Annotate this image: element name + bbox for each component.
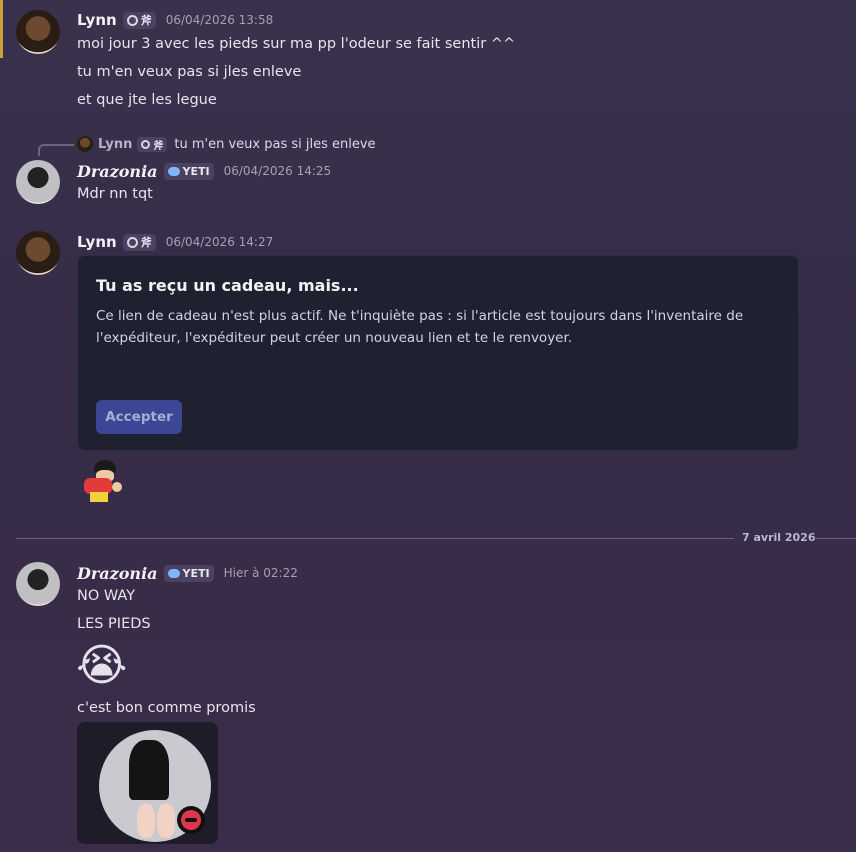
frog-icon bbox=[167, 568, 180, 578]
author-name[interactable]: Drazonia bbox=[77, 564, 158, 583]
gift-title: Tu as reçu un cadeau, mais... bbox=[96, 276, 359, 295]
timestamp: 06/04/2026 14:27 bbox=[165, 235, 274, 249]
date-divider-line bbox=[16, 538, 734, 539]
crying-emoji: 😭 bbox=[76, 640, 128, 691]
timestamp: Hier à 02:22 bbox=[223, 566, 298, 580]
sticker[interactable] bbox=[80, 460, 132, 510]
date-divider-line bbox=[814, 538, 856, 539]
message-text: moi jour 3 avec les pieds sur ma pp l'od… bbox=[77, 36, 516, 52]
user-tag[interactable]: YETI bbox=[163, 162, 214, 180]
gift-card: Tu as reçu un cadeau, mais... Ce lien de… bbox=[77, 255, 799, 451]
reply-connector bbox=[38, 144, 74, 156]
author-name[interactable]: Lynn bbox=[77, 233, 117, 251]
reply-text: tu m'en veux pas si jles enleve bbox=[174, 136, 376, 152]
message-text: c'est bon comme promis bbox=[77, 700, 256, 716]
avatar[interactable] bbox=[16, 562, 60, 606]
message-text: Mdr nn tqt bbox=[77, 186, 153, 202]
author-name[interactable]: Drazonia bbox=[77, 162, 158, 181]
accept-button[interactable]: Accepter bbox=[96, 400, 182, 434]
ring-icon bbox=[126, 14, 138, 26]
gift-body-line1: Ce lien de cadeau n'est plus actif. Ne t… bbox=[96, 308, 744, 324]
reply-preview[interactable]: Lynn 斧 tu m'en veux pas si jles enleve bbox=[77, 136, 376, 152]
message-header: Lynn 斧 06/04/2026 14:27 bbox=[77, 232, 273, 252]
top-reply-remnant bbox=[78, 0, 378, 2]
reply-author: Lynn bbox=[98, 136, 133, 152]
user-tag[interactable]: 斧 bbox=[122, 11, 156, 29]
reply-avatar bbox=[77, 136, 93, 152]
user-tag[interactable]: 斧 bbox=[122, 233, 156, 251]
timestamp: 06/04/2026 14:25 bbox=[223, 164, 332, 178]
date-divider-label: 7 avril 2026 bbox=[742, 531, 816, 544]
image-attachment[interactable] bbox=[77, 722, 218, 844]
message-text: et que jte les legue bbox=[77, 92, 217, 108]
message-header: Drazonia YETI 06/04/2026 14:25 bbox=[77, 160, 331, 182]
frog-icon bbox=[167, 166, 180, 176]
author-name[interactable]: Lynn bbox=[77, 11, 117, 29]
message-header: Lynn 斧 06/04/2026 13:58 bbox=[77, 10, 273, 30]
ring-icon bbox=[126, 236, 138, 248]
timestamp: 06/04/2026 13:58 bbox=[165, 13, 274, 27]
message-text: LES PIEDS bbox=[77, 616, 151, 632]
ring-icon bbox=[141, 139, 151, 149]
message-text: NO WAY bbox=[77, 588, 136, 604]
reply-tag: 斧 bbox=[137, 136, 168, 152]
avatar[interactable] bbox=[16, 231, 60, 275]
message-text: tu m'en veux pas si jles enleve bbox=[77, 64, 302, 80]
avatar[interactable] bbox=[16, 10, 60, 54]
gift-body-line2: l'expéditeur, l'expéditeur peut créer un… bbox=[96, 330, 573, 346]
user-tag[interactable]: YETI bbox=[163, 564, 214, 582]
message-header: Drazonia YETI Hier à 02:22 bbox=[77, 562, 298, 584]
avatar[interactable] bbox=[16, 160, 60, 204]
highlight-bar bbox=[0, 0, 3, 58]
block-icon bbox=[177, 806, 205, 834]
